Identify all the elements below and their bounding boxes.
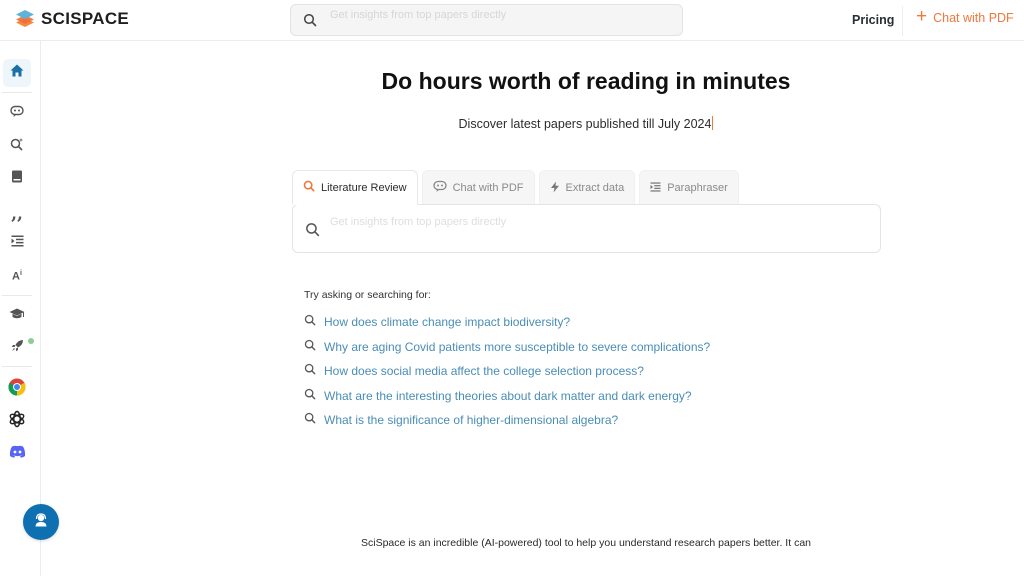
search-spark-icon: [10, 137, 24, 156]
scispace-logo-icon: [16, 9, 34, 29]
chat-bot-icon: [432, 180, 447, 196]
pricing-link[interactable]: Pricing: [852, 13, 894, 27]
tab-label: Paraphraser: [667, 182, 728, 194]
ai-detector-icon: Ai: [12, 269, 22, 283]
sidebar-item-academy[interactable]: [3, 302, 31, 330]
suggestion-text[interactable]: How does climate change impact biodivers…: [324, 315, 570, 329]
graduation-cap-icon: [9, 307, 25, 325]
subtitle-text: Discover latest papers published till Ju…: [458, 117, 712, 131]
rocket-icon: [11, 339, 24, 357]
sidebar-item-discord[interactable]: [3, 440, 31, 468]
openai-icon: [8, 410, 26, 433]
sidebar-item-chrome-extension[interactable]: [3, 375, 31, 403]
quote-icon: ,,: [11, 204, 23, 224]
lightning-icon: [550, 181, 560, 196]
search-icon: [304, 362, 316, 380]
suggestion-text[interactable]: What is the significance of higher-dimen…: [324, 413, 618, 427]
sidebar-item-whats-new[interactable]: [3, 334, 34, 362]
paraphrase-icon: [650, 181, 661, 195]
search-icon: [304, 338, 316, 356]
suggestions-list: How does climate change impact biodivers…: [304, 310, 710, 433]
suggestion-item[interactable]: What is the significance of higher-dimen…: [304, 408, 710, 433]
page-title: Do hours worth of reading in minutes: [381, 68, 791, 94]
tab-label: Chat with PDF: [452, 182, 524, 194]
paraphrase-icon: [11, 234, 24, 252]
notebook-icon: [11, 170, 23, 188]
brand-name: SCISPACE: [41, 9, 130, 28]
chat-with-pdf-label: Chat with PDF: [933, 11, 1014, 25]
support-agent-icon: [34, 512, 48, 532]
sidebar-item-paraphraser[interactable]: [3, 229, 31, 257]
tab-paraphraser[interactable]: Paraphraser: [639, 170, 739, 205]
search-icon: [303, 13, 317, 27]
sidebar-divider: [2, 366, 32, 367]
suggestion-item[interactable]: What are the interesting theories about …: [304, 384, 710, 409]
sidebar-item-chatgpt-plugin[interactable]: [3, 407, 31, 435]
main-search-input[interactable]: [330, 216, 860, 228]
header-divider: [902, 6, 903, 36]
header-search-bar[interactable]: [290, 4, 683, 36]
sidebar-item-notebook[interactable]: [3, 165, 31, 193]
brand-logo[interactable]: SCISPACE: [16, 9, 129, 29]
header-search-input[interactable]: [330, 9, 660, 21]
tab-chat-with-pdf[interactable]: Chat with PDF: [421, 170, 535, 205]
tab-label: Extract data: [565, 182, 625, 194]
tool-tabs: Literature Review Chat with PDF Extract …: [292, 170, 739, 205]
chat-with-pdf-button[interactable]: + Chat with PDF: [916, 6, 1014, 27]
suggestion-text[interactable]: What are the interesting theories about …: [324, 389, 692, 403]
plus-icon: +: [916, 6, 928, 27]
sidebar-item-citation[interactable]: ,,: [3, 197, 31, 225]
new-badge-dot: [28, 338, 34, 344]
tab-label: Literature Review: [321, 181, 407, 194]
page-subtitle: Discover latest papers published till Ju…: [0, 116, 1024, 131]
search-icon: [303, 180, 315, 195]
typing-caret: [712, 116, 714, 130]
suggestions-label: Try asking or searching for:: [304, 289, 431, 301]
suggestion-text[interactable]: Why are aging Covid patients more suscep…: [324, 340, 710, 354]
search-icon: [305, 222, 320, 237]
main-search-box[interactable]: [292, 204, 881, 253]
top-bar: SCISPACE Pricing + Chat with PDF: [0, 0, 1024, 41]
suggestion-item[interactable]: Why are aging Covid patients more suscep…: [304, 335, 710, 360]
about-text: SciSpace is an incredible (AI-powered) t…: [360, 537, 811, 549]
search-icon: [304, 313, 316, 331]
sidebar-item-ai-detector[interactable]: Ai: [3, 262, 31, 290]
search-icon: [304, 411, 316, 429]
tab-extract-data[interactable]: Extract data: [538, 170, 636, 205]
discord-icon: [9, 445, 26, 463]
chrome-icon: [8, 378, 26, 401]
tab-literature-review[interactable]: Literature Review: [292, 170, 418, 205]
support-chat-button[interactable]: [23, 504, 59, 540]
suggestion-item[interactable]: How does social media affect the college…: [304, 359, 710, 384]
sidebar-item-search[interactable]: [3, 132, 31, 160]
search-icon: [304, 387, 316, 405]
suggestion-text[interactable]: How does social media affect the college…: [324, 364, 644, 378]
sidebar-divider: [2, 295, 32, 296]
suggestion-item[interactable]: How does climate change impact biodivers…: [304, 310, 710, 335]
